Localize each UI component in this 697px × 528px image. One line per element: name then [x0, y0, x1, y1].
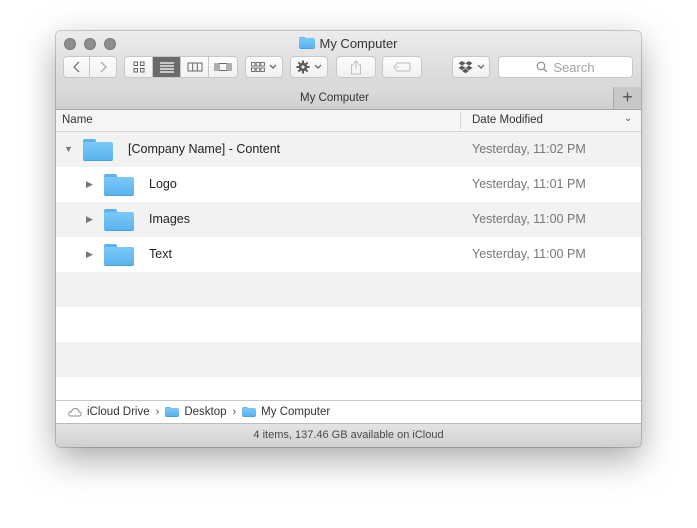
tab-my-computer[interactable]: My Computer: [56, 87, 613, 109]
columns-icon: [187, 62, 202, 72]
search-field[interactable]: Search: [498, 56, 633, 78]
file-name: Text: [149, 247, 172, 261]
path-bar: iCloud Drive › Desktop › My Computer: [56, 400, 641, 423]
folder-icon: [104, 174, 134, 196]
cover-flow-view-button[interactable]: [209, 57, 237, 77]
chevron-down-icon: [314, 64, 322, 69]
title-bar: My Computer Search: [56, 31, 641, 88]
path-item-my-computer[interactable]: My Computer: [261, 406, 330, 418]
list-item[interactable]: ▶ Logo Yesterday, 11:01 PM: [56, 167, 641, 202]
empty-row: [56, 272, 641, 307]
gear-icon: [296, 60, 310, 74]
chevron-right-icon: [100, 61, 107, 73]
list-view-button[interactable]: [153, 57, 181, 77]
cloud-icon: [68, 407, 82, 417]
empty-row: [56, 307, 641, 342]
file-date: Yesterday, 11:02 PM: [472, 142, 586, 156]
file-date: Yesterday, 11:00 PM: [472, 212, 586, 226]
icon-view-button[interactable]: [125, 57, 153, 77]
share-icon: [351, 59, 361, 74]
folder-icon: [242, 406, 257, 418]
share-button[interactable]: [336, 56, 376, 78]
navigation-buttons: [63, 56, 117, 78]
forward-button[interactable]: [90, 57, 116, 77]
tag-icon: [393, 62, 411, 72]
folder-icon: [104, 244, 134, 266]
search-icon: [537, 61, 548, 73]
file-date: Yesterday, 11:00 PM: [472, 247, 586, 261]
finder-window: My Computer Search My Computer + Name Da…: [56, 31, 641, 447]
cover-flow-icon: [214, 63, 232, 71]
arrange-icon: [251, 62, 265, 72]
list-item[interactable]: ▶ Images Yesterday, 11:00 PM: [56, 202, 641, 237]
path-item-icloud-drive[interactable]: iCloud Drive: [87, 406, 150, 418]
folder-icon: [165, 406, 180, 418]
search-placeholder: Search: [553, 59, 595, 75]
empty-row: [56, 342, 641, 377]
action-button[interactable]: [290, 56, 328, 78]
grid-icon: [133, 61, 144, 73]
add-tab-button[interactable]: +: [613, 87, 641, 109]
arrange-button[interactable]: [245, 56, 283, 78]
chevron-down-icon: [269, 64, 277, 69]
path-item-desktop[interactable]: Desktop: [184, 406, 226, 418]
folder-icon: [83, 139, 113, 161]
path-separator: ›: [232, 406, 237, 418]
file-date: Yesterday, 11:01 PM: [472, 177, 586, 191]
file-name: Logo: [149, 177, 177, 191]
column-view-button[interactable]: [181, 57, 209, 77]
disclosure-triangle-expanded-icon[interactable]: ▼: [64, 144, 73, 154]
dropbox-button[interactable]: [452, 56, 490, 78]
dropbox-icon: [458, 60, 472, 73]
list-item[interactable]: ▼ [Company Name] - Content Yesterday, 11…: [56, 132, 641, 167]
column-header-date-modified[interactable]: Date Modified: [472, 114, 543, 126]
sort-chevron-icon[interactable]: ⌄: [624, 113, 632, 124]
file-name: Images: [149, 212, 190, 226]
chevron-down-icon: [477, 64, 484, 69]
back-button[interactable]: [64, 57, 90, 77]
list-item[interactable]: ▶ Text Yesterday, 11:00 PM: [56, 237, 641, 272]
column-header-name[interactable]: Name: [62, 114, 93, 126]
status-bar: 4 items, 137.46 GB available on iCloud: [56, 423, 641, 447]
tab-bar: My Computer +: [56, 87, 641, 110]
list-icon: [159, 62, 174, 73]
disclosure-triangle-icon[interactable]: ▶: [86, 214, 93, 225]
file-name: [Company Name] - Content: [128, 142, 281, 156]
folder-icon: [299, 36, 316, 50]
column-divider[interactable]: [460, 112, 461, 129]
window-title: My Computer: [56, 35, 641, 51]
window-title-text: My Computer: [319, 35, 398, 51]
chevron-left-icon: [72, 61, 79, 73]
folder-icon: [104, 209, 134, 231]
disclosure-triangle-icon[interactable]: ▶: [86, 179, 93, 190]
view-mode-selector: [124, 56, 238, 78]
path-separator: ›: [155, 406, 160, 418]
disclosure-triangle-icon[interactable]: ▶: [86, 249, 93, 260]
tags-button[interactable]: [382, 56, 422, 78]
column-header: Name Date Modified ⌄: [56, 110, 641, 132]
file-list: ▼ [Company Name] - Content Yesterday, 11…: [56, 132, 641, 400]
